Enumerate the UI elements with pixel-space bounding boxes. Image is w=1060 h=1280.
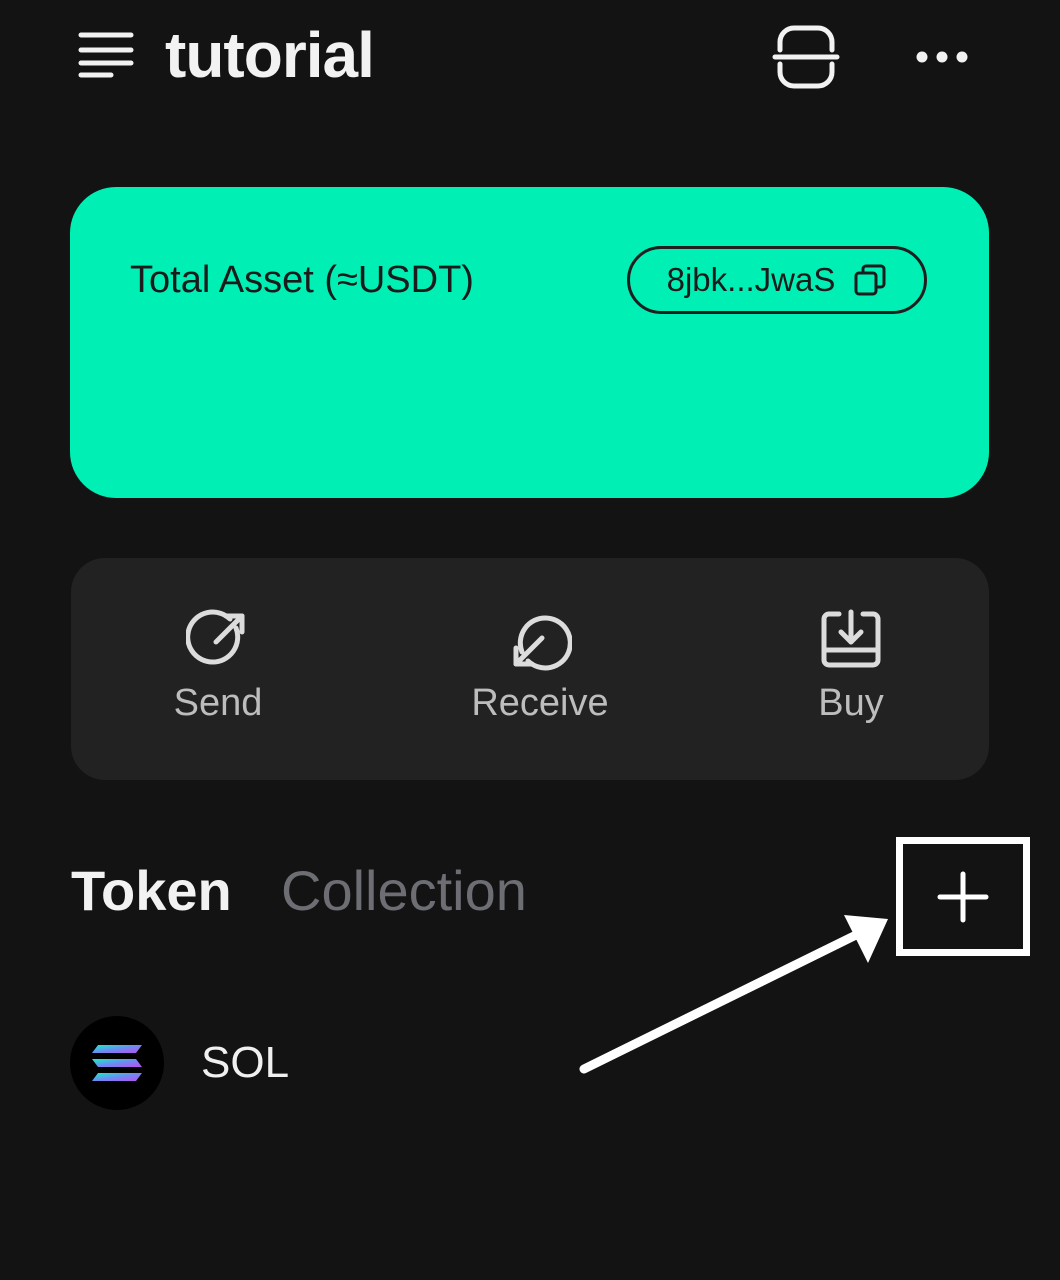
send-label: Send (173, 682, 263, 724)
menu-button[interactable] (78, 30, 134, 80)
send-icon (186, 609, 245, 665)
buy-icon (821, 609, 881, 668)
total-asset-label: Total Asset (≈USDT) (130, 259, 474, 301)
wallet-title[interactable]: tutorial (165, 18, 375, 92)
tab-token[interactable]: Token (71, 858, 232, 923)
receive-icon (513, 615, 572, 671)
more-options-button[interactable] (910, 40, 974, 74)
receive-label: Receive (471, 682, 609, 724)
token-list-item[interactable]: SOL (70, 1016, 989, 1112)
copy-icon (854, 264, 886, 296)
token-symbol: SOL (201, 1038, 290, 1087)
buy-label: Buy (818, 682, 884, 724)
solana-logo-icon (70, 1016, 164, 1110)
wallet-address: 8jbk...JwaS (666, 261, 836, 298)
hamburger-menu-icon (78, 32, 134, 78)
wallet-address-copy-button[interactable]: 8jbk...JwaS (627, 246, 927, 314)
tab-collection[interactable]: Collection (281, 858, 527, 923)
quick-actions-panel: Send Receive Buy (71, 558, 989, 780)
add-token-button[interactable] (896, 837, 1030, 956)
plus-icon (937, 871, 989, 922)
send-button[interactable]: Send (118, 608, 318, 725)
more-dots-icon (916, 51, 968, 63)
buy-button[interactable]: Buy (751, 608, 951, 725)
receive-button[interactable]: Receive (440, 608, 640, 725)
scan-icon (772, 25, 840, 89)
scan-button[interactable] (772, 24, 840, 90)
total-asset-card: Total Asset (≈USDT) 8jbk...JwaS (70, 187, 989, 498)
